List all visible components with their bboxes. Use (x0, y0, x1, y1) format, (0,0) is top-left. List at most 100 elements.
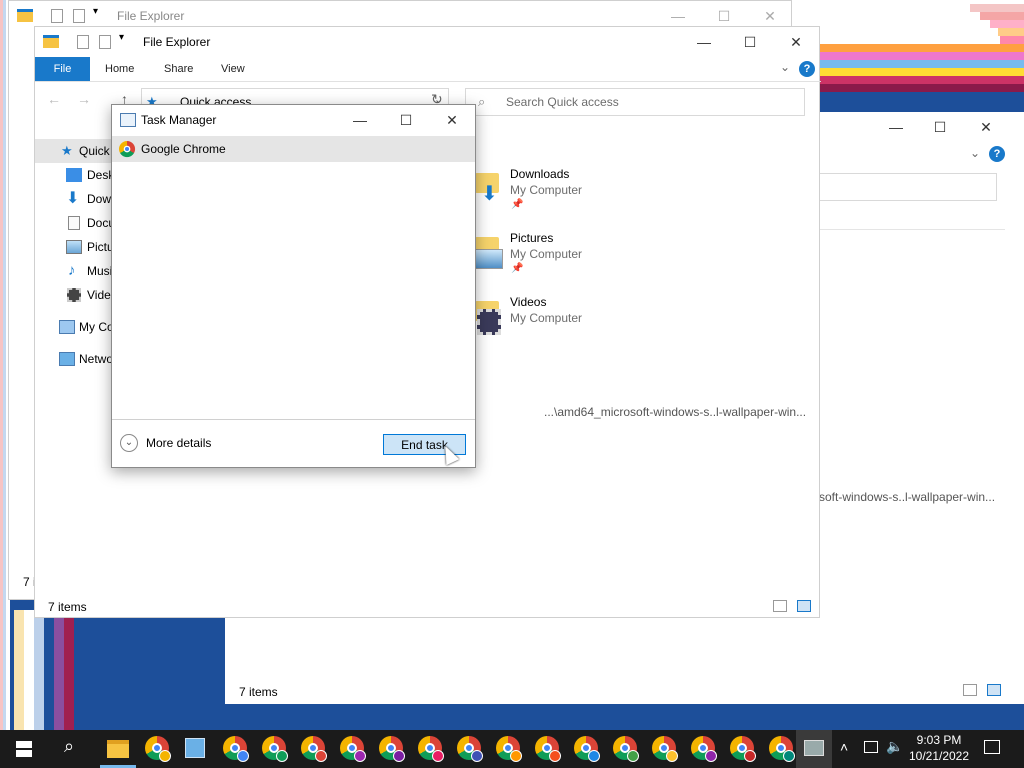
network-icon (59, 352, 75, 366)
document-icon (68, 216, 80, 230)
chrome-taskbar-icon[interactable] (652, 736, 678, 762)
star-icon: ★ (61, 143, 73, 158)
chrome-taskbar-icon[interactable] (730, 736, 756, 762)
nav-item-videos[interactable]: Videos (35, 283, 115, 307)
ribbon-divider (35, 81, 821, 82)
minimize-button[interactable]: — (337, 105, 383, 135)
chrome-taskbar-icon[interactable] (535, 736, 561, 762)
nav-item-quick-access[interactable]: ★ Quick access (35, 139, 115, 163)
title-bar[interactable]: ▾ File Explorer — ☐ ✕ (35, 27, 819, 57)
task-manager-window[interactable]: Task Manager — ☐ ✕ Google Chrome ⌄ More … (111, 104, 476, 468)
chevron-down-icon[interactable]: ⌄ (970, 146, 980, 160)
help-icon[interactable]: ? (989, 146, 1005, 162)
search-icon[interactable]: ⌕ (64, 736, 74, 757)
chrome-taskbar-icon[interactable] (769, 736, 795, 762)
nav-item-network[interactable]: Network (35, 347, 115, 371)
window-title: File Explorer (143, 35, 211, 49)
new-folder-icon[interactable] (73, 9, 85, 23)
maximize-button[interactable]: ☐ (917, 112, 963, 142)
details-view-icon[interactable] (963, 684, 977, 696)
task-manager-taskbar-icon[interactable] (796, 730, 832, 768)
properties-icon[interactable] (77, 35, 89, 49)
chrome-taskbar-icon[interactable] (691, 736, 717, 762)
search-icon: ⌕ (478, 94, 486, 109)
picture-icon (66, 240, 82, 254)
recent-file-path[interactable]: soft-windows-s..l-wallpaper-win... (819, 490, 995, 504)
computer-icon (59, 320, 75, 334)
control-panel-taskbar-icon[interactable] (185, 738, 205, 758)
process-row-google-chrome[interactable]: Google Chrome (112, 136, 475, 162)
windows-start-grid (16, 748, 32, 750)
download-icon: ⬇ (481, 183, 498, 205)
music-icon: ♪ (68, 262, 76, 279)
tab-file[interactable]: File (35, 57, 90, 81)
large-icons-view-icon[interactable] (987, 684, 1001, 696)
chrome-icon (119, 141, 136, 158)
nav-item-downloads[interactable]: ⬇ Downloads (35, 187, 115, 211)
folder-icon (17, 9, 33, 22)
title-bar[interactable]: Task Manager — ☐ ✕ (112, 105, 475, 135)
search-placeholder: Search Quick access (506, 95, 619, 109)
chrome-taskbar-icon[interactable] (613, 736, 639, 762)
chrome-taskbar-icon[interactable] (340, 736, 366, 762)
close-button[interactable]: ✕ (963, 112, 1009, 142)
chrome-taskbar-icon[interactable] (496, 736, 522, 762)
folder-icon (43, 35, 59, 48)
large-icons-view-icon[interactable] (797, 600, 811, 612)
chevron-down-icon[interactable]: ⌄ (780, 60, 790, 74)
chrome-taskbar-icon[interactable] (145, 736, 171, 762)
task-manager-icon (120, 113, 136, 127)
clock-time[interactable]: 9:03 PM (904, 733, 974, 747)
tab-view[interactable]: View (221, 57, 245, 81)
nav-item-music[interactable]: ♪ Music (35, 259, 115, 283)
notification-icon[interactable] (984, 740, 1000, 754)
network-icon[interactable] (864, 741, 878, 753)
maximize-button[interactable]: ☐ (383, 105, 429, 135)
chrome-taskbar-icon[interactable] (379, 736, 405, 762)
nav-item-desktop[interactable]: Desktop (35, 163, 115, 187)
chrome-taskbar-icon[interactable] (301, 736, 327, 762)
file-item-pictures[interactable]: Pictures My Computer 📌 (473, 231, 653, 281)
file-item-downloads[interactable]: ⬇ Downloads My Computer 📌 (473, 167, 653, 217)
search-box[interactable] (815, 173, 997, 201)
nav-item-pictures[interactable]: Pictures (35, 235, 115, 259)
file-item-videos[interactable]: Videos My Computer (473, 295, 653, 345)
minimize-button[interactable]: — (681, 27, 727, 57)
search-box[interactable]: ⌕ Search Quick access (465, 88, 805, 116)
file-explorer-taskbar-icon[interactable] (107, 740, 129, 758)
recent-file-path[interactable]: ...\amd64_microsoft-windows-s..l-wallpap… (544, 405, 806, 419)
chevron-down-icon[interactable]: ▾ (119, 32, 124, 43)
minimize-button[interactable]: — (873, 112, 919, 142)
stacked-windows-stripes (790, 0, 1024, 100)
footer-divider (112, 419, 475, 420)
nav-item-documents[interactable]: Documents (35, 211, 115, 235)
tab-home[interactable]: Home (105, 57, 134, 81)
bottom-left-stripes (10, 610, 76, 730)
close-button[interactable]: ✕ (429, 105, 475, 135)
tab-share[interactable]: Share (164, 57, 193, 81)
window-title: Task Manager (141, 113, 217, 127)
close-button[interactable]: ✕ (773, 27, 819, 57)
chrome-taskbar-icon[interactable] (418, 736, 444, 762)
chrome-taskbar-icon[interactable] (574, 736, 600, 762)
chrome-taskbar-icon[interactable] (223, 736, 249, 762)
navigation-pane: ★ Quick access Desktop ⬇ Downloads Docum… (35, 137, 115, 387)
video-icon (477, 309, 501, 335)
new-folder-icon[interactable] (99, 35, 111, 49)
chrome-taskbar-icon[interactable] (457, 736, 483, 762)
details-view-icon[interactable] (773, 600, 787, 612)
chevron-down-icon[interactable]: ▾ (93, 6, 98, 17)
pin-icon: 📌 (511, 263, 524, 274)
more-details-toggle[interactable]: ⌄ More details (120, 433, 230, 455)
help-icon[interactable]: ? (799, 61, 815, 77)
maximize-button[interactable]: ☐ (727, 27, 773, 57)
chevron-up-icon[interactable]: ˄ (840, 739, 848, 755)
clock-date[interactable]: 10/21/2022 (904, 749, 974, 763)
back-arrow-icon[interactable]: ← (47, 91, 61, 107)
volume-icon[interactable]: 🔈 (886, 738, 903, 755)
picture-icon (475, 249, 503, 269)
forward-arrow-icon[interactable]: → (77, 91, 91, 107)
properties-icon[interactable] (51, 9, 63, 23)
nav-item-my-computer[interactable]: My Computer (35, 315, 115, 339)
chrome-taskbar-icon[interactable] (262, 736, 288, 762)
